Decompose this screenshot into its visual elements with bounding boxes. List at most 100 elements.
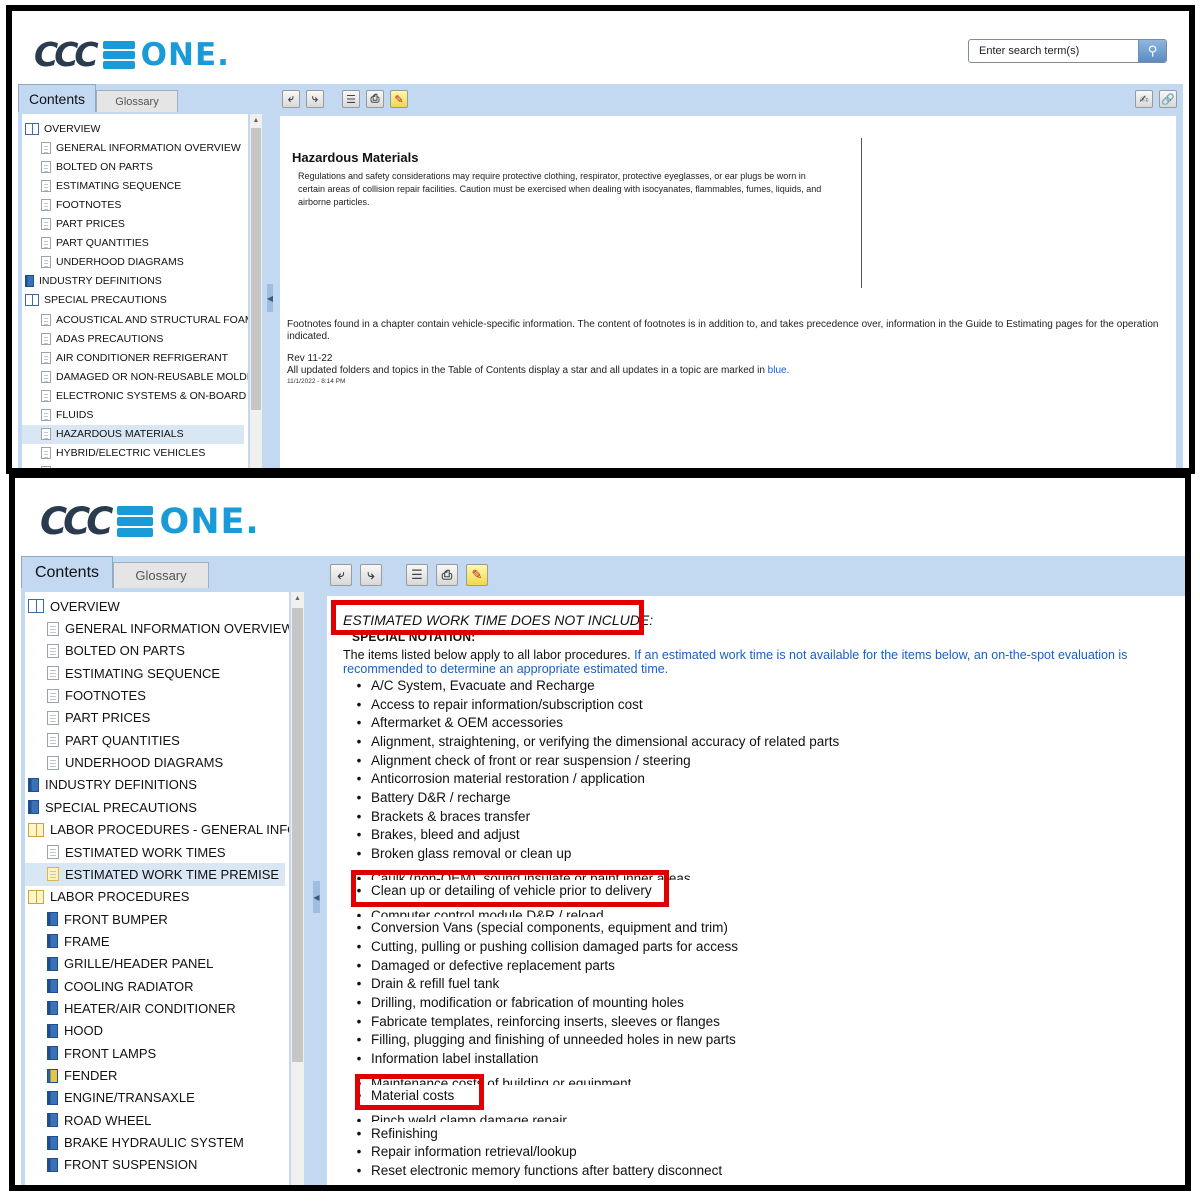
toc-button[interactable]: ☰: [406, 564, 428, 586]
scroll-up-icon[interactable]: ▲: [250, 114, 262, 128]
toc-item[interactable]: SPECIAL PRECAUTIONS: [22, 291, 248, 310]
collapse-arrow-icon[interactable]: ◀: [313, 881, 320, 913]
toc-item[interactable]: LABOR PROCEDURES - GENERAL INFORM: [25, 819, 289, 841]
toc-item[interactable]: HOOD: [25, 1020, 289, 1042]
toc-item[interactable]: FRAME: [25, 930, 289, 952]
toc-item[interactable]: ADAS PRECAUTIONS: [22, 329, 248, 348]
panel-splitter[interactable]: ◀: [312, 556, 321, 1185]
toc-item[interactable]: PART QUANTITIES: [25, 729, 289, 751]
forward-button[interactable]: ⤷: [306, 90, 324, 108]
toc-item[interactable]: FENDER: [25, 1064, 289, 1086]
page-icon: [47, 710, 59, 725]
toc-item-label: PART QUANTITIES: [65, 732, 180, 748]
toc-item[interactable]: COOLING RADIATOR: [25, 975, 289, 997]
toc-item[interactable]: BOLTED ON PARTS: [25, 640, 289, 662]
scroll-up-icon[interactable]: ▲: [291, 592, 304, 606]
print-button[interactable]: ⎙: [436, 564, 458, 586]
toc-item[interactable]: GENERAL INFORMATION OVERVIEW: [25, 617, 289, 639]
link-button[interactable]: 🔗: [1159, 90, 1177, 108]
toc-button[interactable]: ☰: [342, 90, 360, 108]
forward-button[interactable]: ⤷: [360, 564, 382, 586]
tab-glossary[interactable]: Glossary: [113, 562, 209, 588]
list-item: Pinch weld clamp damage repair: [351, 1113, 567, 1122]
toc-item[interactable]: SPECIAL PRECAUTIONS: [25, 796, 289, 818]
toc-item[interactable]: FOOTNOTES: [22, 195, 248, 214]
toc-item[interactable]: PART PRICES: [22, 215, 248, 234]
toc-item[interactable]: FRONT SUSPENSION: [25, 1154, 289, 1176]
notes-button[interactable]: ✎: [390, 90, 408, 108]
document-content: SPECIAL NOTATION: ESTIMATED WORK TIME DO…: [327, 596, 1185, 1185]
toc-item-label: GENERAL INFORMATION OVERVIEW: [65, 621, 289, 637]
toc-item[interactable]: ACOUSTICAL AND STRUCTURAL FOAM: [22, 310, 248, 329]
search-input[interactable]: [969, 40, 1138, 62]
toc-item[interactable]: BOLTED ON PARTS: [22, 157, 248, 176]
toc-item[interactable]: HAZARDOUS MATERIALS: [22, 424, 244, 444]
page-icon: [41, 141, 51, 154]
toc-item-label: OEM COLLISION REPAIR NETWORK: [56, 466, 237, 474]
list-item: Alignment, straightening, or verifying t…: [351, 734, 839, 749]
toc-item-label: OVERVIEW: [50, 598, 120, 614]
doc-heading: ESTIMATED WORK TIME DOES NOT INCLUDE:: [343, 612, 658, 628]
toc-item[interactable]: UNDERHOOD DIAGRAMS: [25, 751, 289, 773]
list-item: A/C System, Evacuate and Recharge: [351, 678, 595, 693]
toc-item[interactable]: FOOTNOTES: [25, 684, 289, 706]
list-item: Clean up or detailing of vehicle prior t…: [351, 883, 652, 898]
toc-item[interactable]: PART QUANTITIES: [22, 234, 248, 253]
toc-item[interactable]: BRAKE HYDRAULIC SYSTEM: [25, 1131, 289, 1153]
toc-item[interactable]: DAMAGED OR NON-REUSABLE MOLDIN: [22, 367, 248, 386]
panel-splitter[interactable]: ◀: [266, 84, 274, 468]
page-icon: [47, 621, 59, 636]
toc-item[interactable]: UNDERHOOD DIAGRAMS: [22, 253, 248, 272]
toc-item[interactable]: ESTIMATING SEQUENCE: [25, 662, 289, 684]
toc-item[interactable]: INDUSTRY DEFINITIONS: [25, 774, 289, 796]
toc-scrollbar[interactable]: ▲: [291, 592, 304, 1185]
toc-item[interactable]: PART PRICES: [25, 707, 289, 729]
tab-glossary[interactable]: Glossary: [96, 90, 178, 112]
toc-item[interactable]: OEM COLLISION REPAIR NETWORK: [22, 463, 248, 474]
toc-item-label: ESTIMATING SEQUENCE: [65, 665, 221, 681]
toc-item[interactable]: INDUSTRY DEFINITIONS: [22, 272, 248, 291]
arrow-right-icon: ⤷: [367, 567, 375, 582]
toc-item[interactable]: AIR CONDITIONER REFRIGERANT: [22, 348, 248, 367]
notes-icon: ✎: [394, 93, 404, 106]
print-button[interactable]: ⎙: [366, 90, 384, 108]
notes-button[interactable]: ✎: [466, 564, 488, 586]
toc-item[interactable]: HEATER/AIR CONDITIONER: [25, 997, 289, 1019]
back-button[interactable]: ⤶: [330, 564, 352, 586]
toc-item[interactable]: HYBRID/ELECTRIC VEHICLES: [22, 444, 248, 463]
toc-item[interactable]: OVERVIEW: [25, 595, 289, 617]
toc-item[interactable]: FRONT BUMPER: [25, 908, 289, 930]
toc-item[interactable]: ELECTRONIC SYSTEMS & ON-BOARD C: [22, 386, 248, 405]
toc-item[interactable]: OVERVIEW: [22, 119, 248, 138]
toc-item[interactable]: ESTIMATING SEQUENCE: [22, 176, 248, 195]
document-panel: ⤶ ⤷ ☰ ⎙ ✎ ✍ 🔗 Hazardous Materials Regula…: [274, 84, 1183, 468]
page-icon: [41, 198, 51, 211]
back-button[interactable]: ⤶: [282, 90, 300, 108]
toc-item[interactable]: ENGINE/TRANSAXLE: [25, 1087, 289, 1109]
tab-contents[interactable]: Contents: [18, 84, 96, 112]
toc-item[interactable]: ESTIMATED WORK TIMES: [25, 841, 289, 863]
collapse-arrow-icon[interactable]: ◀: [267, 284, 273, 312]
toc-item[interactable]: ESTIMATED WORK TIME PREMISE: [25, 863, 285, 886]
toc-item[interactable]: FLUIDS: [22, 406, 248, 425]
edit-button[interactable]: ✍: [1135, 90, 1153, 108]
toc-item-label: DAMAGED OR NON-REUSABLE MOLDIN: [56, 370, 248, 383]
toc-item[interactable]: ROAD WHEEL: [25, 1109, 289, 1131]
toc-item[interactable]: GRILLE/HEADER PANEL: [25, 953, 289, 975]
toc-item[interactable]: LABOR PROCEDURES: [25, 886, 289, 908]
document-panel: ⤶ ⤷ ☰ ⎙ ✎ SPECIAL NOTATION: ESTIMATED WO…: [321, 556, 1185, 1185]
document-content: Hazardous Materials Regulations and safe…: [280, 116, 1176, 468]
search-button[interactable]: ⚲: [1138, 40, 1166, 62]
toc-item[interactable]: GENERAL INFORMATION OVERVIEW: [22, 138, 248, 157]
tab-contents[interactable]: Contents: [21, 556, 113, 588]
toc-item[interactable]: FRONT LAMPS: [25, 1042, 289, 1064]
toc-scrollbar[interactable]: ▲: [250, 114, 262, 468]
logo-stripes-icon: [102, 40, 135, 69]
list-item: Fabricate templates, reinforcing inserts…: [351, 1014, 720, 1029]
toc-item-label: ROAD WHEEL: [64, 1112, 152, 1128]
toc-tabs: Contents Glossary: [18, 84, 178, 112]
page-icon: [41, 389, 51, 402]
book-icon: [47, 912, 58, 927]
list-item: Filling, plugging and finishing of unnee…: [351, 1032, 736, 1047]
list-item: Information label installation: [351, 1051, 538, 1066]
